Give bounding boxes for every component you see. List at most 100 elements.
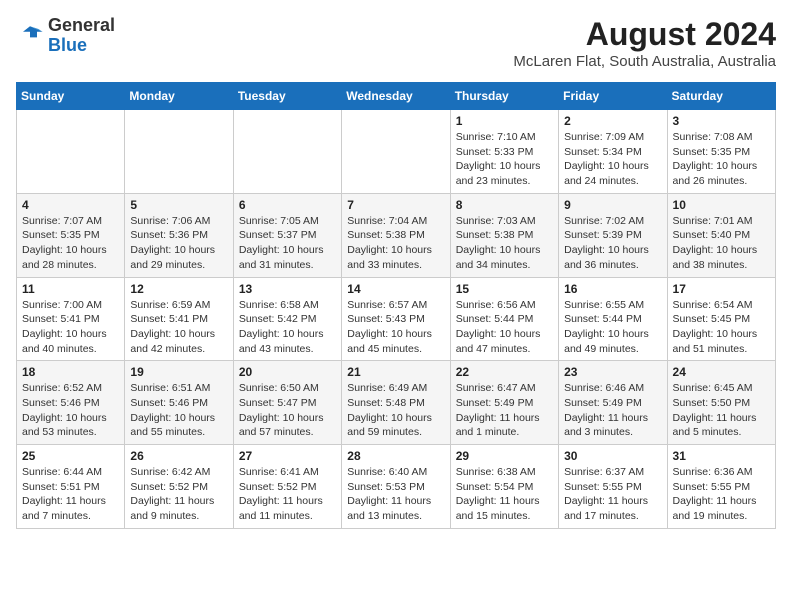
day-number: 2	[564, 114, 661, 128]
calendar-cell: 16Sunrise: 6:55 AMSunset: 5:44 PMDayligh…	[559, 277, 667, 361]
calendar-cell: 25 Sunrise: 6:44 AMSunset: 5:51 PMDayligh…	[17, 445, 125, 529]
page-header: General Blue August 2024 McLaren Flat, S…	[16, 16, 776, 70]
day-info: Sunrise: 6:44 AMSunset: 5:51 PMDaylight:…	[22, 465, 119, 524]
day-number: 14	[347, 282, 444, 296]
calendar-cell: 12 Sunrise: 6:59 AMSunset: 5:41 PMDayligh…	[125, 277, 233, 361]
day-number: 18	[22, 365, 119, 379]
day-number: 24	[673, 365, 770, 379]
day-number: 4	[22, 198, 119, 212]
logo: General Blue	[16, 16, 115, 56]
day-info: Sunrise: 7:07 AMSunset: 5:35 PMDaylight:…	[22, 214, 119, 273]
calendar-cell: 18 Sunrise: 6:52 AMSunset: 5:46 PMDayligh…	[17, 361, 125, 445]
day-number: 15	[456, 282, 553, 296]
calendar-table: SundayMondayTuesdayWednesdayThursdayFrid…	[16, 82, 776, 529]
calendar-week-row: 11 Sunrise: 7:00 AMSunset: 5:41 PMDayligh…	[17, 277, 776, 361]
day-number: 7	[347, 198, 444, 212]
calendar-cell: 3Sunrise: 7:08 AMSunset: 5:35 PMDaylight…	[667, 110, 775, 194]
day-number: 29	[456, 449, 553, 463]
weekday-header-friday: Friday	[559, 83, 667, 110]
calendar-cell: 8Sunrise: 7:03 AMSunset: 5:38 PMDaylight…	[450, 193, 558, 277]
day-info: Sunrise: 7:00 AMSunset: 5:41 PMDaylight:…	[22, 298, 119, 357]
weekday-header-saturday: Saturday	[667, 83, 775, 110]
calendar-cell: 14 Sunrise: 6:57 AMSunset: 5:43 PMDayligh…	[342, 277, 450, 361]
day-info: Sunrise: 6:57 AMSunset: 5:43 PMDaylight:…	[347, 298, 444, 357]
day-number: 6	[239, 198, 336, 212]
day-info: Sunrise: 6:55 AMSunset: 5:44 PMDaylight:…	[564, 298, 661, 357]
day-info: Sunrise: 6:47 AMSunset: 5:49 PMDaylight:…	[456, 381, 553, 440]
weekday-header-wednesday: Wednesday	[342, 83, 450, 110]
day-info: Sunrise: 7:09 AMSunset: 5:34 PMDaylight:…	[564, 130, 661, 189]
logo-text: General Blue	[48, 16, 115, 56]
calendar-cell: 29Sunrise: 6:38 AMSunset: 5:54 PMDayligh…	[450, 445, 558, 529]
weekday-header-sunday: Sunday	[17, 83, 125, 110]
day-number: 26	[130, 449, 227, 463]
calendar-cell: 2 Sunrise: 7:09 AMSunset: 5:34 PMDaylight…	[559, 110, 667, 194]
logo-icon	[16, 22, 44, 50]
day-info: Sunrise: 6:42 AMSunset: 5:52 PMDaylight:…	[130, 465, 227, 524]
day-info: Sunrise: 6:40 AMSunset: 5:53 PMDaylight:…	[347, 465, 444, 524]
calendar-cell: 30 Sunrise: 6:37 AMSunset: 5:55 PMDayligh…	[559, 445, 667, 529]
calendar-cell: 1Sunrise: 7:10 AMSunset: 5:33 PMDaylight…	[450, 110, 558, 194]
day-number: 5	[130, 198, 227, 212]
calendar-cell: 19Sunrise: 6:51 AMSunset: 5:46 PMDayligh…	[125, 361, 233, 445]
calendar-cell: 6Sunrise: 7:05 AMSunset: 5:37 PMDaylight…	[233, 193, 341, 277]
day-number: 23	[564, 365, 661, 379]
day-number: 22	[456, 365, 553, 379]
calendar-cell: 21Sunrise: 6:49 AMSunset: 5:48 PMDayligh…	[342, 361, 450, 445]
day-number: 13	[239, 282, 336, 296]
calendar-cell: 28 Sunrise: 6:40 AMSunset: 5:53 PMDayligh…	[342, 445, 450, 529]
day-info: Sunrise: 7:08 AMSunset: 5:35 PMDaylight:…	[673, 130, 770, 189]
day-number: 17	[673, 282, 770, 296]
day-number: 12	[130, 282, 227, 296]
calendar-week-row: 25 Sunrise: 6:44 AMSunset: 5:51 PMDayligh…	[17, 445, 776, 529]
calendar-cell: 4 Sunrise: 7:07 AMSunset: 5:35 PMDaylight…	[17, 193, 125, 277]
day-number: 10	[673, 198, 770, 212]
weekday-header-monday: Monday	[125, 83, 233, 110]
day-number: 31	[673, 449, 770, 463]
day-info: Sunrise: 6:50 AMSunset: 5:47 PMDaylight:…	[239, 381, 336, 440]
day-number: 28	[347, 449, 444, 463]
calendar-cell: 9 Sunrise: 7:02 AMSunset: 5:39 PMDaylight…	[559, 193, 667, 277]
day-number: 30	[564, 449, 661, 463]
calendar-cell: 17 Sunrise: 6:54 AMSunset: 5:45 PMDayligh…	[667, 277, 775, 361]
calendar-week-row: 4 Sunrise: 7:07 AMSunset: 5:35 PMDaylight…	[17, 193, 776, 277]
weekday-header-thursday: Thursday	[450, 83, 558, 110]
page-title: August 2024	[513, 16, 776, 53]
calendar-cell	[342, 110, 450, 194]
calendar-header: SundayMondayTuesdayWednesdayThursdayFrid…	[17, 83, 776, 110]
day-info: Sunrise: 7:01 AMSunset: 5:40 PMDaylight:…	[673, 214, 770, 273]
day-number: 11	[22, 282, 119, 296]
calendar-cell	[17, 110, 125, 194]
day-info: Sunrise: 6:54 AMSunset: 5:45 PMDaylight:…	[673, 298, 770, 357]
title-block: August 2024 McLaren Flat, South Australi…	[513, 16, 776, 70]
day-info: Sunrise: 6:59 AMSunset: 5:41 PMDaylight:…	[130, 298, 227, 357]
logo-blue-text: Blue	[48, 35, 87, 55]
calendar-cell: 7 Sunrise: 7:04 AMSunset: 5:38 PMDaylight…	[342, 193, 450, 277]
weekday-header-tuesday: Tuesday	[233, 83, 341, 110]
page-subtitle: McLaren Flat, South Australia, Australia	[513, 53, 776, 70]
calendar-body: 1Sunrise: 7:10 AMSunset: 5:33 PMDaylight…	[17, 110, 776, 529]
day-info: Sunrise: 6:46 AMSunset: 5:49 PMDaylight:…	[564, 381, 661, 440]
day-info: Sunrise: 6:49 AMSunset: 5:48 PMDaylight:…	[347, 381, 444, 440]
calendar-cell: 23 Sunrise: 6:46 AMSunset: 5:49 PMDayligh…	[559, 361, 667, 445]
day-number: 8	[456, 198, 553, 212]
calendar-cell: 26 Sunrise: 6:42 AMSunset: 5:52 PMDayligh…	[125, 445, 233, 529]
day-info: Sunrise: 7:04 AMSunset: 5:38 PMDaylight:…	[347, 214, 444, 273]
calendar-cell	[125, 110, 233, 194]
day-info: Sunrise: 6:52 AMSunset: 5:46 PMDaylight:…	[22, 381, 119, 440]
calendar-week-row: 18 Sunrise: 6:52 AMSunset: 5:46 PMDayligh…	[17, 361, 776, 445]
day-info: Sunrise: 6:37 AMSunset: 5:55 PMDaylight:…	[564, 465, 661, 524]
calendar-cell: 11 Sunrise: 7:00 AMSunset: 5:41 PMDayligh…	[17, 277, 125, 361]
calendar-cell: 13 Sunrise: 6:58 AMSunset: 5:42 PMDayligh…	[233, 277, 341, 361]
day-info: Sunrise: 6:58 AMSunset: 5:42 PMDaylight:…	[239, 298, 336, 357]
calendar-cell: 10 Sunrise: 7:01 AMSunset: 5:40 PMDayligh…	[667, 193, 775, 277]
logo-general-text: General	[48, 15, 115, 35]
day-number: 20	[239, 365, 336, 379]
weekday-header-row: SundayMondayTuesdayWednesdayThursdayFrid…	[17, 83, 776, 110]
day-info: Sunrise: 6:56 AMSunset: 5:44 PMDaylight:…	[456, 298, 553, 357]
day-number: 19	[130, 365, 227, 379]
day-info: Sunrise: 7:02 AMSunset: 5:39 PMDaylight:…	[564, 214, 661, 273]
day-number: 9	[564, 198, 661, 212]
calendar-cell: 5Sunrise: 7:06 AMSunset: 5:36 PMDaylight…	[125, 193, 233, 277]
day-number: 25	[22, 449, 119, 463]
